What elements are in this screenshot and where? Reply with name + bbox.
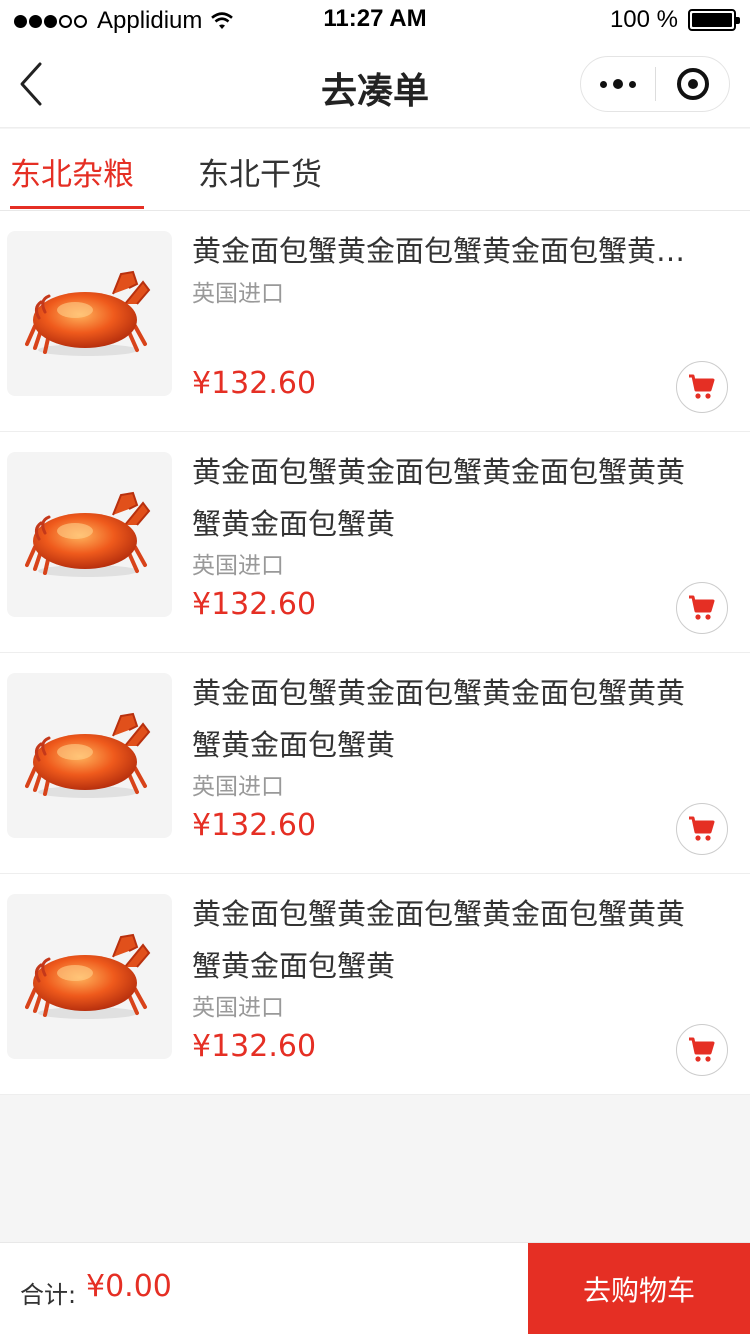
product-name[interactable]: 黄金面包蟹黄金面包蟹黄金面包蟹黄黄蟹黄金面包蟹黄	[192, 446, 712, 550]
product-price: ¥132.60	[192, 1029, 317, 1064]
total-value: ¥0.00	[86, 1269, 172, 1304]
add-to-cart-button[interactable]	[676, 803, 728, 855]
product-name[interactable]: 黄金面包蟹黄金面包蟹黄金面包蟹黄黄蟹黄金面包蟹黄	[192, 667, 712, 771]
product-origin: 英国进口	[192, 281, 284, 307]
product-thumbnail[interactable]	[7, 894, 172, 1059]
battery-indicator: 100 %	[609, 6, 740, 34]
product-thumbnail[interactable]	[7, 452, 172, 617]
product-origin: 英国进口	[192, 553, 284, 579]
go-to-cart-button[interactable]: 去购物车	[528, 1243, 750, 1334]
product-origin: 英国进口	[192, 774, 284, 800]
more-dots-icon[interactable]	[581, 57, 655, 111]
product-item[interactable]: 黄金面包蟹黄金面包蟹黄金面包蟹黄金面包蟹黄 英国进口 ¥132.60	[0, 211, 750, 432]
cart-icon	[689, 816, 715, 841]
cart-icon	[689, 1037, 715, 1062]
tab-northeast-grains[interactable]: 东北杂粮	[10, 149, 144, 209]
add-to-cart-button[interactable]	[676, 1024, 728, 1076]
close-target-icon[interactable]	[656, 68, 729, 100]
product-name[interactable]: 黄金面包蟹黄金面包蟹黄金面包蟹黄金面包蟹黄	[192, 225, 712, 277]
product-list: 黄金面包蟹黄金面包蟹黄金面包蟹黄金面包蟹黄 英国进口 ¥132.60	[0, 211, 750, 1095]
crab-image	[24, 491, 150, 577]
product-price: ¥132.60	[192, 366, 317, 401]
tab-northeast-dried-goods[interactable]: 东北干货	[198, 149, 322, 209]
product-item[interactable]: 黄金面包蟹黄金面包蟹黄金面包蟹黄黄蟹黄金面包蟹黄 英国进口 ¥132.60	[0, 432, 750, 653]
product-price: ¥132.60	[192, 808, 317, 843]
cart-icon	[689, 374, 715, 399]
total-label: 合计:	[20, 1281, 77, 1309]
navigation-bar: 去凑单	[0, 40, 750, 128]
product-item[interactable]: 黄金面包蟹黄金面包蟹黄金面包蟹黄黄蟹黄金面包蟹黄 英国进口 ¥132.60	[0, 653, 750, 874]
miniprogram-capsule	[580, 56, 730, 112]
add-to-cart-button[interactable]	[676, 361, 728, 413]
status-bar: Applidium 11:27 AM 100 %	[0, 0, 750, 40]
battery-icon	[688, 9, 740, 31]
add-to-cart-button[interactable]	[676, 582, 728, 634]
crab-image	[24, 270, 150, 356]
crab-image	[24, 712, 150, 798]
crab-image	[24, 933, 150, 1019]
product-name[interactable]: 黄金面包蟹黄金面包蟹黄金面包蟹黄黄蟹黄金面包蟹黄	[192, 888, 712, 992]
product-item[interactable]: 黄金面包蟹黄金面包蟹黄金面包蟹黄黄蟹黄金面包蟹黄 英国进口 ¥132.60	[0, 874, 750, 1095]
battery-percent: 100 %	[609, 6, 678, 33]
product-thumbnail[interactable]	[7, 231, 172, 396]
product-thumbnail[interactable]	[7, 673, 172, 838]
bottom-bar: 合计: ¥0.00 去购物车	[0, 1242, 750, 1334]
cart-icon	[689, 595, 715, 620]
product-price: ¥132.60	[192, 587, 317, 622]
category-tabs: 东北杂粮 东北干货	[0, 129, 750, 211]
product-origin: 英国进口	[192, 995, 284, 1021]
